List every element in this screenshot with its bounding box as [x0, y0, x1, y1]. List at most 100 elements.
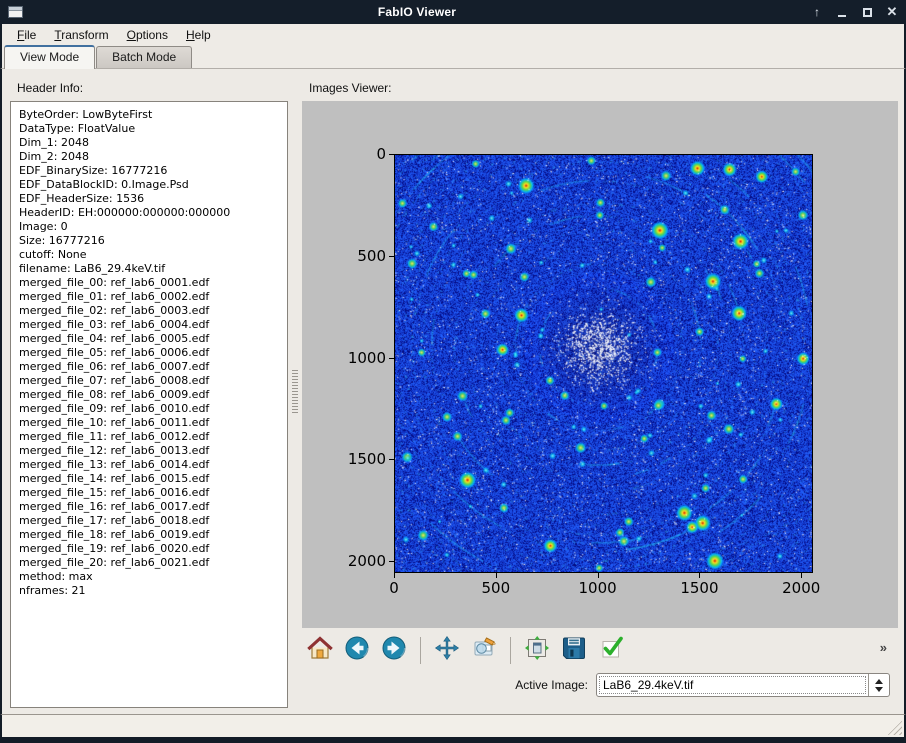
window-icon[interactable] — [8, 6, 23, 18]
header-line: merged_file_15: ref_lab6_0016.edf — [19, 486, 283, 500]
combobox-spinner[interactable] — [868, 674, 889, 696]
active-image-value[interactable]: LaB6_29.4keV.tif — [597, 674, 868, 696]
matplotlib-toolbar: » — [302, 631, 898, 669]
header-line: nframes: 21 — [19, 584, 283, 598]
header-line: merged_file_01: ref_lab6_0002.edf — [19, 290, 283, 304]
header-line: Image: 0 — [19, 220, 283, 234]
forward-icon — [381, 635, 407, 666]
window-controls: ↑ ✕ — [811, 5, 898, 19]
header-line: merged_file_08: ref_lab6_0009.edf — [19, 388, 283, 402]
spin-down-icon[interactable] — [875, 687, 883, 692]
diffraction-image[interactable] — [394, 154, 813, 573]
x-tick-label: 500 — [481, 579, 510, 597]
pan-button[interactable] — [433, 635, 461, 665]
header-line: merged_file_14: ref_lab6_0015.edf — [19, 472, 283, 486]
zoom-icon — [471, 635, 497, 666]
zoom-rect-button[interactable] — [470, 635, 498, 665]
active-image-label: Active Image: — [515, 678, 588, 692]
home-icon — [307, 635, 333, 666]
toolbar-overflow-button[interactable]: » — [880, 640, 886, 655]
tab-bar: View ModeBatch Mode — [0, 45, 906, 68]
y-tick-label: 1000 — [348, 349, 386, 367]
spin-up-icon[interactable] — [875, 679, 883, 684]
x-tick-mark — [801, 573, 802, 578]
images-viewer-label: Images Viewer: — [309, 81, 898, 95]
header-info-textbox[interactable]: ByteOrder: LowByteFirstDataType: FloatVa… — [10, 101, 288, 708]
x-tick-mark — [496, 573, 497, 578]
header-line: ByteOrder: LowByteFirst — [19, 108, 283, 122]
active-image-combobox[interactable]: LaB6_29.4keV.tif — [596, 673, 890, 697]
menu-transform[interactable]: Transform — [45, 26, 117, 44]
header-line: DataType: FloatValue — [19, 122, 283, 136]
panel-splitter[interactable] — [288, 75, 302, 708]
menu-bar: FileTransformOptionsHelp — [0, 24, 906, 45]
toolbar-separator — [510, 637, 511, 664]
x-tick-mark — [699, 573, 700, 578]
y-tick-label: 2000 — [348, 552, 386, 570]
header-line: merged_file_16: ref_lab6_0017.edf — [19, 500, 283, 514]
header-line: merged_file_05: ref_lab6_0006.edf — [19, 346, 283, 360]
header-line: method: max — [19, 570, 283, 584]
configure-subplots-button[interactable] — [523, 635, 551, 665]
home-button[interactable] — [306, 635, 334, 665]
header-line: merged_file_17: ref_lab6_0018.edf — [19, 514, 283, 528]
header-line: merged_file_18: ref_lab6_0019.edf — [19, 528, 283, 542]
menu-help[interactable]: Help — [177, 26, 220, 44]
header-line: merged_file_11: ref_lab6_0012.edf — [19, 430, 283, 444]
header-line: merged_file_02: ref_lab6_0003.edf — [19, 304, 283, 318]
header-line: merged_file_06: ref_lab6_0007.edf — [19, 360, 283, 374]
back-icon — [344, 635, 370, 666]
header-line: merged_file_07: ref_lab6_0008.edf — [19, 374, 283, 388]
header-line: merged_file_13: ref_lab6_0014.edf — [19, 458, 283, 472]
y-tick-label: 1500 — [348, 450, 386, 468]
header-line: merged_file_00: ref_lab6_0001.edf — [19, 276, 283, 290]
app-window: FabIO Viewer ↑ ✕ FileTransformOptionsHel… — [0, 0, 906, 743]
y-tick-mark — [389, 561, 394, 562]
header-line: Size: 16777216 — [19, 234, 283, 248]
save-figure-button[interactable] — [560, 635, 588, 665]
subplots-icon — [524, 635, 550, 666]
header-line: EDF_DataBlockID: 0.Image.Psd — [19, 178, 283, 192]
header-panel: Header Info: ByteOrder: LowByteFirstData… — [10, 75, 288, 708]
x-tick-label: 2000 — [782, 579, 820, 597]
x-tick-label: 1500 — [680, 579, 718, 597]
pan-icon — [434, 635, 460, 666]
header-line: merged_file_09: ref_lab6_0010.edf — [19, 402, 283, 416]
header-line: HeaderID: EH:000000:000000:000000 — [19, 206, 283, 220]
header-line: filename: LaB6_29.4keV.tif — [19, 262, 283, 276]
resize-grip-icon[interactable] — [887, 720, 902, 735]
forward-button[interactable] — [380, 635, 408, 665]
x-tick-label: 0 — [389, 579, 399, 597]
y-tick-mark — [389, 358, 394, 359]
close-icon[interactable]: ✕ — [886, 5, 898, 19]
window-title: FabIO Viewer — [23, 5, 811, 19]
maximize-icon[interactable] — [861, 5, 873, 19]
status-bar — [0, 714, 906, 737]
save-icon — [561, 635, 587, 666]
back-button[interactable] — [343, 635, 371, 665]
header-line: cutoff: None — [19, 248, 283, 262]
plot-canvas-area: 05001000150020000500100015002000 — [302, 101, 898, 628]
customize-icon — [598, 635, 624, 666]
title-bar: FabIO Viewer ↑ ✕ — [0, 0, 906, 24]
header-line: merged_file_19: ref_lab6_0020.edf — [19, 542, 283, 556]
view-mode-page: Header Info: ByteOrder: LowByteFirstData… — [0, 68, 906, 714]
header-line: merged_file_10: ref_lab6_0011.edf — [19, 416, 283, 430]
menu-file[interactable]: File — [8, 26, 45, 44]
header-info-label: Header Info: — [17, 81, 288, 95]
toolbar-separator — [420, 637, 421, 664]
tab-batch-mode[interactable]: Batch Mode — [96, 46, 192, 68]
splitter-grip-icon[interactable] — [292, 370, 298, 414]
images-viewer-panel: Images Viewer: 0500100015002000050010001… — [302, 75, 898, 708]
rollup-icon[interactable]: ↑ — [811, 5, 823, 19]
x-tick-mark — [598, 573, 599, 578]
header-line: merged_file_20: ref_lab6_0021.edf — [19, 556, 283, 570]
minimize-icon[interactable] — [836, 5, 848, 19]
customize-button[interactable] — [597, 635, 625, 665]
y-tick-mark — [389, 256, 394, 257]
window-bottom-border — [0, 737, 906, 743]
tab-view-mode[interactable]: View Mode — [4, 45, 95, 69]
y-tick-label: 500 — [357, 247, 386, 265]
menu-options[interactable]: Options — [118, 26, 177, 44]
header-line: Dim_2: 2048 — [19, 150, 283, 164]
